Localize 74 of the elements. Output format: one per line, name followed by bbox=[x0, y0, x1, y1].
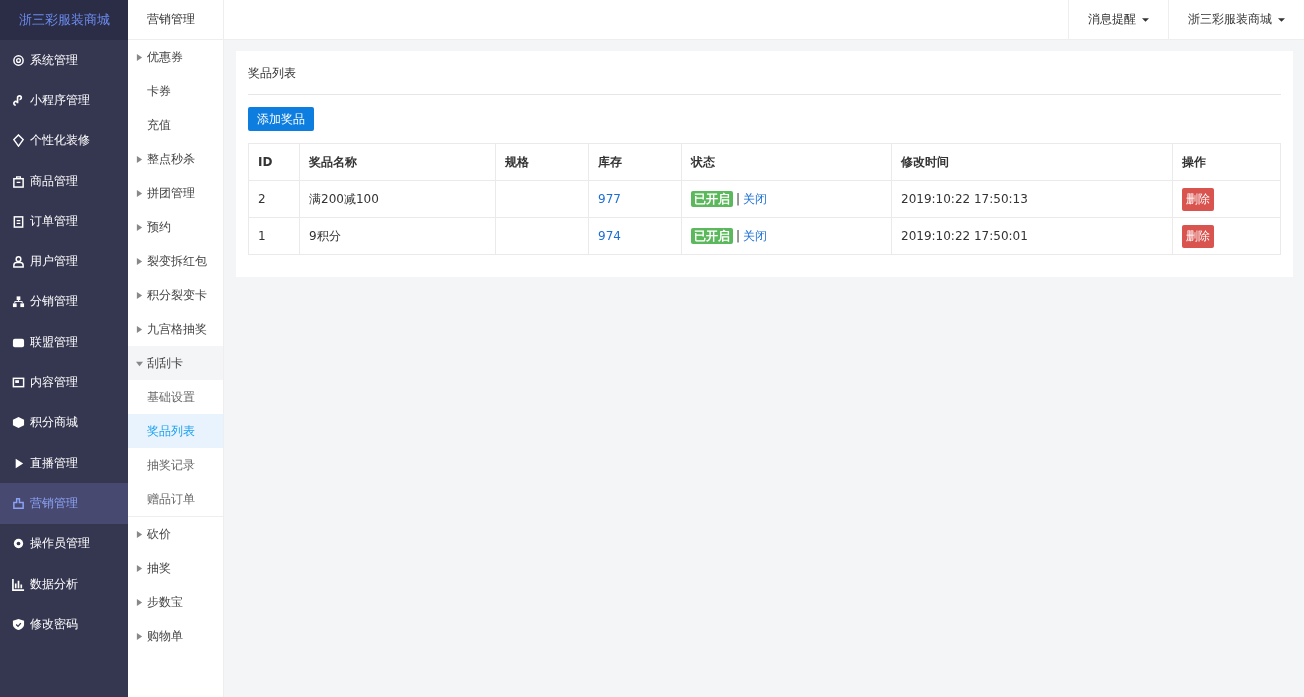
toggle-link[interactable]: 关闭 bbox=[743, 191, 768, 206]
submenu-item[interactable]: 抽奖记录 bbox=[128, 448, 223, 482]
status-tag: 已开启 bbox=[691, 190, 733, 207]
submenu-item[interactable]: 九宫格抽奖 bbox=[128, 312, 223, 346]
panel-icon bbox=[12, 376, 25, 389]
diamond-icon bbox=[12, 134, 25, 148]
toggle-link[interactable]: 关闭 bbox=[743, 228, 768, 243]
hierarchy-icon bbox=[12, 295, 25, 309]
submenu-item[interactable]: 刮刮卡 bbox=[128, 346, 223, 380]
table-cell: 满200减100 bbox=[299, 180, 496, 218]
submenu-item[interactable]: 充值 bbox=[128, 108, 223, 142]
sidebar-item[interactable]: 内容管理 bbox=[0, 362, 128, 403]
submenu-item[interactable]: 预约 bbox=[128, 210, 223, 244]
separator: | bbox=[736, 191, 741, 206]
table-cell: 1 bbox=[248, 217, 300, 255]
table-cell: 9积分 bbox=[299, 217, 496, 255]
settings-icon bbox=[12, 53, 25, 67]
submenu-item[interactable]: 购物单 bbox=[128, 619, 223, 653]
cube-icon bbox=[12, 416, 25, 430]
panel-title: 奖品列表 bbox=[248, 63, 1281, 95]
add-button[interactable]: 添加奖品 bbox=[248, 107, 314, 131]
stock-link[interactable]: 977 bbox=[598, 192, 621, 206]
dropdown-menu[interactable]: 浙三彩服装商城 bbox=[1168, 0, 1304, 39]
shield-icon bbox=[12, 617, 25, 631]
delete-button[interactable]: 删除 bbox=[1182, 224, 1214, 248]
submenu-item[interactable]: 卡券 bbox=[128, 74, 223, 108]
column-header: 库存 bbox=[588, 143, 682, 181]
table-cell: 2019:10:22 17:50:01 bbox=[891, 217, 1173, 255]
submenu-item[interactable]: 整点秒杀 bbox=[128, 142, 223, 176]
submenu-item[interactable]: 砍价 bbox=[128, 517, 223, 551]
submenu-item[interactable]: 赠品订单 bbox=[128, 482, 223, 516]
submenu-item[interactable]: 积分裂变卡 bbox=[128, 278, 223, 312]
user-icon bbox=[12, 255, 25, 269]
submenu-item[interactable]: 优惠券 bbox=[128, 40, 223, 74]
column-header: 奖品名称 bbox=[299, 143, 496, 181]
caret-icon bbox=[1278, 17, 1285, 22]
submenu-item[interactable]: 拼团管理 bbox=[128, 176, 223, 210]
stock-link[interactable]: 974 bbox=[598, 229, 621, 243]
bar-chart-icon bbox=[12, 577, 25, 591]
table-cell: 2019:10:22 17:50:13 bbox=[891, 180, 1173, 218]
separator: | bbox=[736, 228, 741, 243]
sidebar-item[interactable]: 系统管理 bbox=[0, 40, 128, 81]
column-header: 规格 bbox=[495, 143, 589, 181]
sidebar-item[interactable]: 操作员管理 bbox=[0, 523, 128, 564]
submenu-item[interactable]: 基础设置 bbox=[128, 380, 223, 414]
sidebar-item[interactable]: 小程序管理 bbox=[0, 80, 128, 121]
sidebar-item[interactable]: 积分商城 bbox=[0, 402, 128, 443]
sidebar-item[interactable]: 订单管理 bbox=[0, 201, 128, 242]
link-icon bbox=[12, 93, 25, 107]
submenu-item[interactable]: 抽奖 bbox=[128, 551, 223, 585]
sidebar-item[interactable]: 用户管理 bbox=[0, 241, 128, 282]
column-header: ID bbox=[248, 143, 300, 181]
column-header: 操作 bbox=[1172, 143, 1281, 181]
submenu-title: 营销管理 bbox=[128, 0, 223, 40]
brand-logo: 浙三彩服装商城 bbox=[0, 0, 128, 40]
sidebar-item[interactable]: 商品管理 bbox=[0, 160, 128, 202]
dropdown-menu[interactable]: 消息提醒 bbox=[1068, 0, 1168, 39]
submenu-item[interactable]: 步数宝 bbox=[128, 585, 223, 619]
submenu-item[interactable]: 裂变拆红包 bbox=[128, 244, 223, 278]
column-header: 修改时间 bbox=[891, 143, 1173, 181]
status-tag: 已开启 bbox=[691, 227, 733, 244]
bag-icon bbox=[12, 174, 25, 188]
sidebar-item[interactable]: 直播管理 bbox=[0, 442, 128, 484]
delete-button[interactable]: 删除 bbox=[1182, 187, 1214, 211]
column-header: 状态 bbox=[681, 143, 892, 181]
clipboard-icon bbox=[12, 214, 25, 228]
caret-icon bbox=[1142, 17, 1149, 22]
table-cell: 2 bbox=[248, 180, 300, 218]
sidebar-item[interactable]: 联盟管理 bbox=[0, 322, 128, 363]
sidebar-item[interactable]: 修改密码 bbox=[0, 604, 128, 645]
sidebar-item[interactable]: 营销管理 bbox=[0, 483, 128, 524]
sidebar-item[interactable]: 分销管理 bbox=[0, 281, 128, 323]
sidebar-item[interactable]: 个性化装修 bbox=[0, 120, 128, 161]
sidebar-item[interactable]: 数据分析 bbox=[0, 563, 128, 605]
